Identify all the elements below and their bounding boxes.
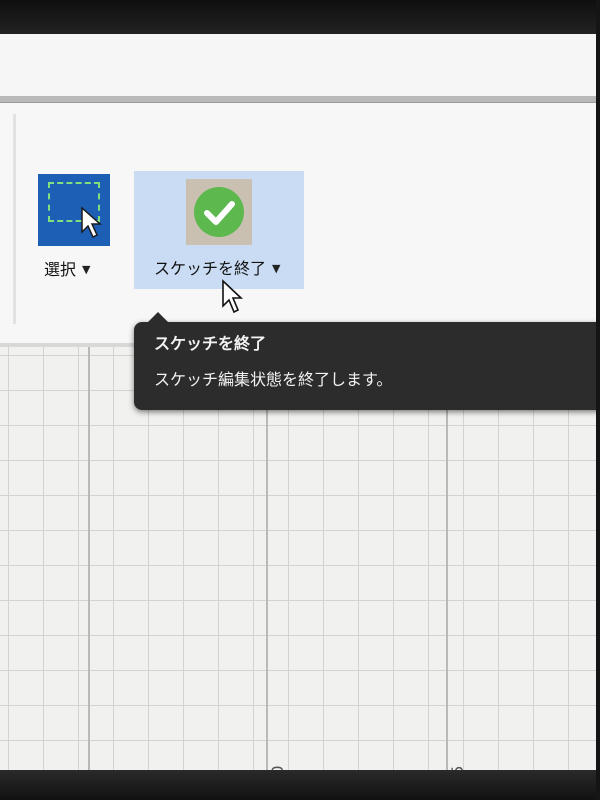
monitor-bezel-right — [596, 0, 600, 800]
application-window: 75 100 125 — [0, 34, 600, 800]
chevron-down-icon[interactable]: ▼ — [272, 262, 280, 275]
sketch-canvas-grid[interactable] — [0, 347, 600, 800]
finish-sketch-label: スケッチを終了 ▼ — [154, 255, 280, 279]
chevron-down-icon[interactable]: ▼ — [82, 263, 90, 276]
check-mark-icon — [204, 201, 235, 225]
monitor-bezel-top — [0, 0, 600, 34]
select-tool-button[interactable]: 選択 ▼ — [36, 172, 116, 282]
select-tool-label: 選択 ▼ — [44, 256, 90, 280]
tooltip-pointer — [148, 312, 168, 322]
check-circle — [194, 187, 244, 237]
grid-major-line — [446, 347, 448, 800]
check-circle-icon — [186, 179, 252, 245]
grid-major-line — [88, 347, 90, 800]
menu-strip — [0, 34, 600, 96]
ribbon-edge — [13, 114, 16, 324]
tooltip: スケッチを終了 スケッチ編集状態を終了します。 — [134, 312, 600, 410]
arrow-cursor-icon — [81, 206, 102, 239]
screen: 75 100 125 選択 ▼ スケッチを終了 ▼ — [0, 0, 600, 800]
menu-divider — [0, 96, 600, 103]
mouse-pointer-icon — [222, 279, 244, 314]
finish-sketch-label-text: スケッチを終了 — [154, 259, 267, 278]
tooltip-title: スケッチを終了 — [154, 334, 267, 353]
tooltip-description: スケッチ編集状態を終了します。 — [154, 370, 393, 389]
select-label-text: 選択 — [44, 260, 77, 279]
monitor-bezel-bottom — [0, 770, 600, 800]
grid-major-line — [266, 347, 268, 800]
select-marquee-icon — [38, 174, 110, 246]
finish-sketch-button[interactable]: スケッチを終了 ▼ — [134, 171, 304, 289]
